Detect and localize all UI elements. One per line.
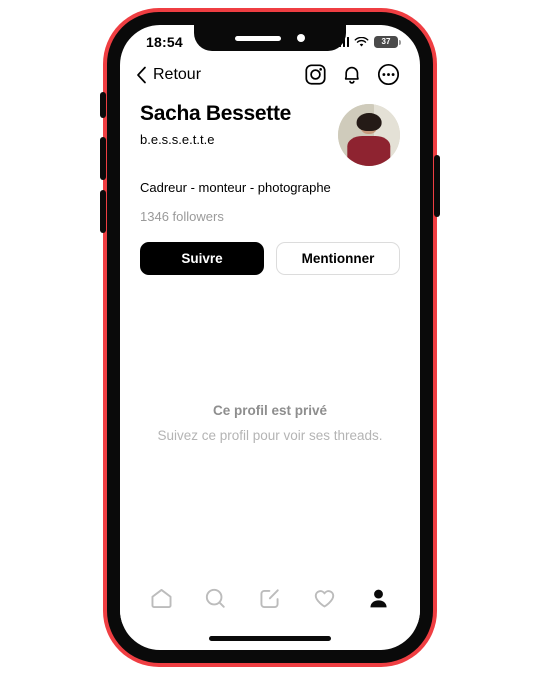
home-icon (151, 588, 172, 608)
private-profile-title: Ce profil est privé (212, 403, 328, 418)
profile-section: Sacha Bessette b.e.s.s.e.t.t.e Cadreur -… (120, 92, 420, 224)
private-profile-message: Ce profil est privé Suivez ce profil pou… (120, 403, 420, 443)
more-options-icon[interactable] (377, 63, 400, 86)
profile-identity: Sacha Bessette b.e.s.s.e.t.t.e (140, 102, 291, 147)
back-button-label: Retour (153, 65, 202, 83)
header-actions (304, 63, 400, 86)
tab-compose[interactable] (257, 586, 282, 611)
profile-handle: b.e.s.s.e.t.t.e (140, 132, 215, 147)
mention-button[interactable]: Mentionner (276, 242, 400, 275)
back-button[interactable]: Retour (136, 66, 201, 84)
battery-icon: 37 (374, 36, 401, 48)
battery-level-text: 37 (381, 37, 391, 46)
avatar[interactable] (338, 104, 400, 166)
notch (194, 25, 346, 51)
tab-home[interactable] (149, 586, 174, 611)
wifi-icon (354, 36, 369, 47)
volume-up-button[interactable] (100, 137, 106, 180)
profile-bio: Cadreur - monteur - photographe (140, 180, 331, 195)
profile-icon (370, 589, 387, 607)
search-icon (205, 588, 225, 608)
private-profile-subtitle: Suivez ce profil pour voir ses threads. (157, 428, 383, 443)
profile-followers-count: 1346 followers (140, 209, 224, 224)
bottom-tab-bar (120, 572, 420, 624)
phone-screen: 18:54 37 Retour Sacha Bessette b.e.s.s.e… (120, 25, 420, 650)
heart-icon (314, 589, 335, 607)
earpiece-speaker (235, 35, 281, 41)
status-bar-time: 18:54 (146, 34, 183, 50)
chevron-left-icon (137, 66, 146, 83)
follow-button[interactable]: Suivre (140, 242, 264, 275)
profile-action-buttons: Suivre Mentionner (120, 224, 420, 275)
compose-icon (260, 588, 280, 608)
volume-down-button[interactable] (100, 190, 106, 233)
instagram-icon[interactable] (304, 63, 327, 86)
tab-profile[interactable] (366, 586, 391, 611)
power-button[interactable] (434, 155, 440, 217)
tab-search[interactable] (203, 586, 228, 611)
avatar-hair (356, 112, 382, 132)
bell-icon[interactable] (341, 63, 363, 86)
app-header: Retour (120, 55, 420, 92)
avatar-shirt (347, 136, 391, 166)
profile-display-name: Sacha Bessette (140, 102, 292, 125)
tab-activity[interactable] (312, 586, 337, 611)
front-camera-icon (297, 34, 305, 42)
home-indicator (209, 636, 331, 641)
profile-header-row: Sacha Bessette b.e.s.s.e.t.t.e (140, 102, 400, 166)
screenshot-root: 18:54 37 Retour Sacha Bessette b.e.s.s.e… (0, 0, 540, 675)
silent-switch-button[interactable] (100, 92, 106, 118)
